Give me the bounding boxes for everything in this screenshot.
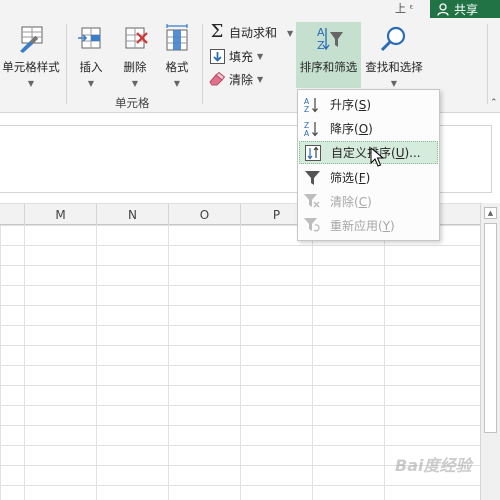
fill-button[interactable]: 填充 ▼ [209, 46, 263, 66]
gridline [240, 225, 241, 500]
sort-filter-label: 排序和筛选 [299, 60, 358, 74]
chevron-down-icon: ▼ [131, 79, 139, 88]
mouse-cursor-icon [370, 147, 384, 167]
gridline [384, 225, 385, 500]
menu-item-label: 升序(S) [330, 98, 371, 112]
scrollbar-thumb[interactable] [484, 223, 497, 433]
share-label: 共享 [454, 2, 479, 17]
delete-cells-icon [125, 27, 148, 49]
menu-item-label: 清除(C) [330, 195, 372, 209]
scroll-up-icon[interactable]: ▲ [484, 207, 497, 219]
sort-filter-icon: A Z [317, 26, 343, 52]
delete-button[interactable]: 删除 ▼ [114, 22, 156, 88]
gridline [168, 225, 169, 500]
chevron-down-icon[interactable]: ▼ [287, 29, 293, 38]
autosum-button[interactable]: Σ 自动求和 [209, 22, 277, 42]
share-button[interactable]: 共享 [430, 0, 500, 18]
svg-text:A: A [304, 129, 310, 137]
sort-filter-menu: AZ 升序(S) ZA 降序(O) 自定义排序(U)... 筛选(F) 清除(C… [297, 89, 440, 241]
chevron-down-icon: ▼ [257, 51, 264, 61]
sort-ascending-icon: AZ [303, 96, 321, 114]
group-divider [487, 24, 488, 104]
menu-item-label: 重新应用(Y) [330, 219, 395, 233]
clear-label: 清除 [229, 72, 254, 87]
menu-item-clear-filter: 清除(C) [299, 190, 438, 213]
chevron-down-icon: ▼ [173, 79, 181, 88]
format-button[interactable]: 格式 ▼ [157, 22, 197, 88]
menu-item-label: 筛选(F) [330, 171, 371, 185]
chevron-down-icon: ▼ [87, 79, 95, 88]
insert-label: 插入 [79, 60, 103, 74]
user-indicator: 上 ᵋ [395, 2, 414, 15]
group-divider [202, 24, 203, 104]
menu-item-sort-ascending[interactable]: AZ 升序(S) [299, 93, 438, 116]
column-header[interactable]: N [97, 204, 169, 225]
format-cells-icon [166, 24, 188, 51]
fill-label: 填充 [229, 49, 254, 64]
insert-cells-icon [78, 27, 101, 49]
menu-item-custom-sort[interactable]: 自定义排序(U)... [299, 141, 438, 164]
svg-text:Z: Z [304, 105, 309, 113]
clear-filter-icon [303, 193, 321, 211]
magnifier-icon [380, 26, 406, 52]
cell-styles-button[interactable]: 单元格样式 ▼ [0, 22, 62, 88]
reapply-filter-icon [303, 217, 321, 235]
clear-button[interactable]: 清除 ▼ [209, 69, 263, 89]
menu-item-label: 降序(O) [330, 122, 373, 136]
find-select-label: 查找和选择 [365, 60, 423, 74]
sort-descending-icon: ZA [303, 120, 321, 138]
cell-styles-icon [20, 26, 43, 53]
format-label: 格式 [165, 60, 189, 74]
gridline [96, 225, 97, 500]
column-header[interactable]: O [169, 204, 241, 225]
vertical-scrollbar[interactable]: ▲ [480, 203, 500, 500]
cell-styles-label: 单元格样式 [2, 60, 60, 74]
collapse-ribbon-icon[interactable]: ⌃ [490, 98, 498, 108]
autosum-label: 自动求和 [229, 25, 278, 40]
find-select-button[interactable]: 查找和选择 ▼ [363, 22, 425, 88]
chevron-down-icon: ▼ [27, 79, 35, 88]
chevron-down-icon: ▼ [390, 79, 398, 88]
delete-label: 删除 [123, 60, 147, 74]
custom-sort-icon [304, 144, 322, 162]
fill-down-icon [209, 48, 225, 64]
watermark: Bai度经验 [395, 456, 472, 475]
eraser-icon [209, 71, 225, 87]
person-icon [437, 2, 449, 16]
cells-group-label: 单元格 [115, 96, 150, 110]
title-bar: 上 ᵋ 共享 [0, 0, 500, 18]
group-divider [66, 24, 67, 104]
sort-filter-button[interactable]: A Z 排序和筛选 [296, 22, 361, 88]
menu-item-sort-descending[interactable]: ZA 降序(O) [299, 117, 438, 140]
gridline [24, 225, 25, 500]
column-header-partial[interactable] [0, 204, 25, 225]
svg-text:A: A [317, 26, 325, 39]
filter-icon [303, 169, 321, 187]
menu-item-filter[interactable]: 筛选(F) [299, 166, 438, 189]
menu-item-reapply: 重新应用(Y) [299, 214, 438, 237]
insert-button[interactable]: 插入 ▼ [70, 22, 112, 88]
chevron-down-icon: ▼ [257, 74, 264, 84]
column-header[interactable]: M [25, 204, 97, 225]
sigma-icon: Σ [210, 21, 224, 42]
gridline [312, 225, 313, 500]
